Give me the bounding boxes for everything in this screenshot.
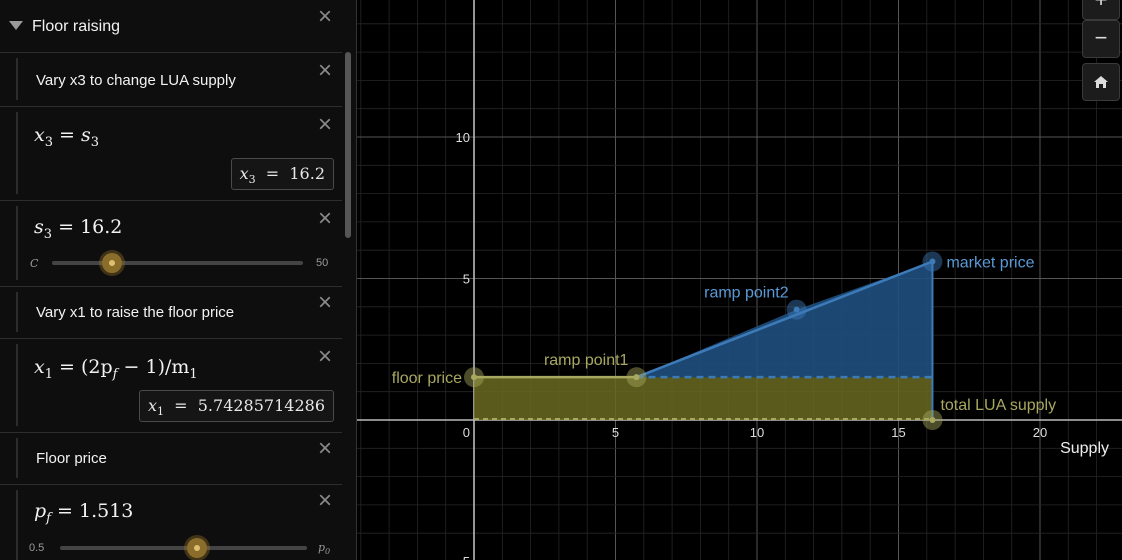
expression-x3[interactable]: x3 = s3 <box>34 124 99 150</box>
y-tick-label: 5 <box>463 554 470 560</box>
ramp-point2 <box>793 306 800 313</box>
expression-row[interactable]: x3 = s3 x3 = 16.2 × <box>0 106 342 201</box>
slider-min: 0.5 <box>29 542 45 554</box>
note-row[interactable]: Vary x1 to raise the floor price × <box>0 286 342 339</box>
zoom-out-button[interactable]: − <box>1082 20 1120 58</box>
slider-row[interactable]: pf = 1.513 0.5 p0 × <box>0 484 342 560</box>
note-text: Floor price <box>36 450 107 467</box>
total-supply-point <box>929 417 936 423</box>
y-tick-label: 5 <box>463 272 470 287</box>
x-tick-label: 15 <box>891 425 905 440</box>
close-icon[interactable]: × <box>316 113 334 137</box>
note-row[interactable]: Floor price × <box>0 432 342 485</box>
x-tick-label: 20 <box>1033 425 1047 440</box>
grid <box>357 0 1122 560</box>
floor-price-label: floor price <box>392 370 462 387</box>
collapse-arrow-icon[interactable] <box>9 21 23 30</box>
note-text: Vary x1 to raise the floor price <box>36 304 235 321</box>
ramp-point1 <box>633 374 640 381</box>
ramp-point1-label: ramp point1 <box>544 352 629 369</box>
folder-title: Floor raising <box>32 18 121 35</box>
slider-handle[interactable] <box>187 538 207 558</box>
slider-max: 50 <box>316 257 329 269</box>
close-icon[interactable]: × <box>316 437 334 461</box>
close-icon[interactable]: × <box>316 5 334 29</box>
slider-handle[interactable] <box>102 253 122 273</box>
folder-row[interactable]: Floor raising × <box>0 0 342 53</box>
sidebar-scrollbar[interactable] <box>345 52 351 238</box>
close-icon[interactable]: × <box>316 291 334 315</box>
close-icon[interactable]: × <box>316 489 334 513</box>
market-price-point <box>929 258 936 265</box>
evaluation-box: x1 = 5.74285714286 <box>138 390 334 422</box>
market-price-label: market price <box>946 255 1034 272</box>
expression-x1[interactable]: x1 = (2pf − 1)/m1 <box>34 356 198 382</box>
expression-list: Floor raising × Vary x3 to change LUA su… <box>0 0 357 560</box>
home-icon <box>1094 76 1108 88</box>
x-tick-label: 0 <box>463 425 470 440</box>
floor-price-point <box>471 374 477 381</box>
evaluation-box: x3 = 16.2 <box>230 158 334 190</box>
graph-canvas[interactable]: 0 5 10 15 20 10 5 5 Supply floor price ramp point1… <box>357 0 1122 560</box>
x-tick-label: 5 <box>612 425 619 440</box>
note-row[interactable]: Vary x3 to change LUA supply × <box>0 52 342 107</box>
floor-region <box>474 377 933 420</box>
close-icon[interactable]: × <box>316 59 334 83</box>
x-axis-title: Supply <box>1060 440 1109 457</box>
expression-s3[interactable]: s3 = 16.2 <box>34 216 122 242</box>
slider-min: C <box>30 257 39 270</box>
slider-track[interactable] <box>52 261 303 265</box>
x-tick-label: 10 <box>750 425 764 440</box>
zoom-in-button[interactable]: + <box>1082 0 1120 20</box>
slider-max: p0 <box>318 541 331 557</box>
ramp-point2-label: ramp point2 <box>704 285 789 302</box>
y-tick-label: 10 <box>456 130 470 145</box>
home-button[interactable] <box>1082 63 1120 101</box>
expression-pf[interactable]: pf = 1.513 <box>34 500 133 526</box>
close-icon[interactable]: × <box>316 207 334 231</box>
note-text: Vary x3 to change LUA supply <box>36 72 236 89</box>
expression-row[interactable]: x1 = (2pf − 1)/m1 x1 = 5.74285714286 × <box>0 338 342 433</box>
close-icon[interactable]: × <box>316 345 334 369</box>
slider-track[interactable] <box>60 546 307 550</box>
slider-row[interactable]: s3 = 16.2 C 50 × <box>0 200 342 287</box>
total-supply-label: total LUA supply <box>940 397 1056 414</box>
